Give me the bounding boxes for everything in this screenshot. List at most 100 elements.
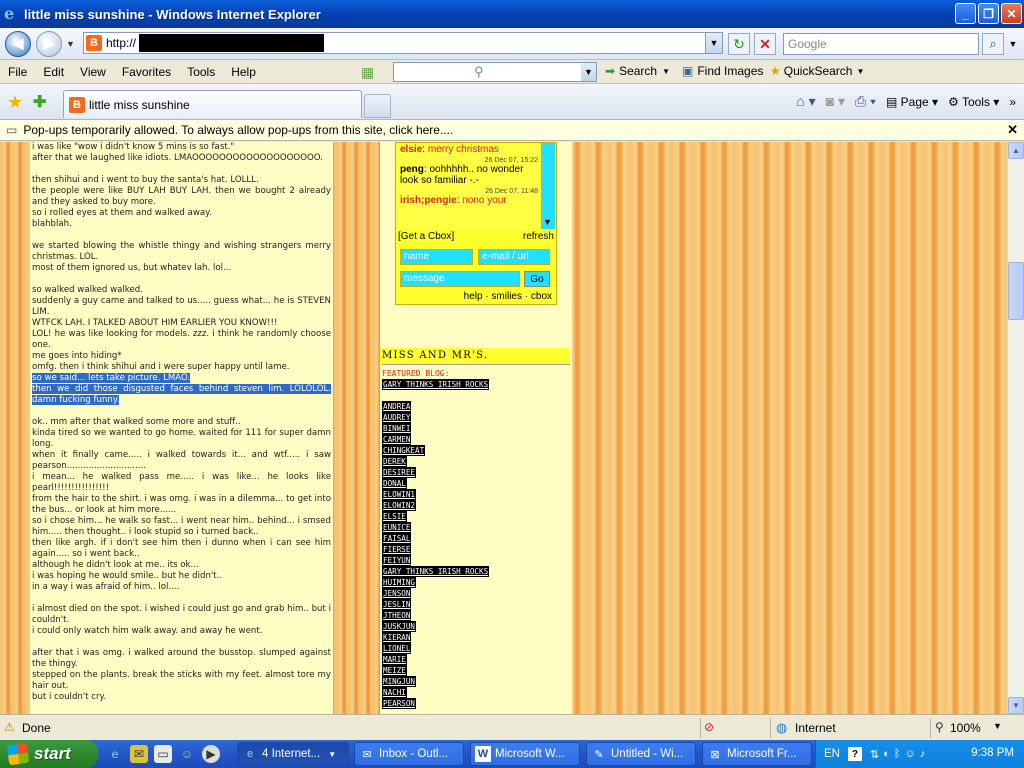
find-images-button[interactable]: ▣ Find Images — [682, 64, 763, 78]
blog-link[interactable]: BINWEI — [382, 423, 412, 434]
bluetooth-icon[interactable]: ᛒ — [894, 748, 901, 761]
blog-link[interactable]: DONAL — [382, 478, 407, 489]
tools-menu[interactable]: ⚙ Tools ▾ — [948, 95, 999, 109]
menu-edit[interactable]: Edit — [35, 65, 72, 79]
history-dropdown-icon[interactable]: ▼ — [66, 39, 75, 49]
maximize-button[interactable]: ❐ — [978, 3, 999, 24]
menu-tools[interactable]: Tools — [179, 65, 223, 79]
tab-little-miss-sunshine[interactable]: B little miss sunshine — [63, 90, 362, 118]
warning-icon[interactable]: ⚠ — [4, 720, 15, 734]
menu-file[interactable]: File — [0, 65, 35, 79]
address-bar[interactable]: B http:// ▼ — [83, 32, 723, 54]
blog-link[interactable]: GARY THINKS IRISH ROCKS — [382, 566, 490, 577]
security-zone[interactable]: Internet — [795, 721, 836, 735]
back-button[interactable]: ◀ — [5, 30, 31, 57]
featured-blog-link[interactable]: GARY THINKS IRISH ROCKS — [382, 379, 490, 390]
cbox-email-input[interactable]: e-mail / url — [478, 249, 550, 265]
menu-help[interactable]: Help — [223, 65, 264, 79]
blog-link[interactable]: FIERSE — [382, 544, 412, 555]
chevron-more-icon[interactable]: » — [1009, 95, 1016, 109]
scroll-thumb[interactable] — [1008, 262, 1024, 320]
toolbar-search-dropdown-icon[interactable]: ▼ — [581, 63, 596, 81]
zoom-level[interactable]: 100% — [950, 721, 981, 735]
cbox-message-input[interactable]: message — [400, 271, 520, 287]
zoom-dropdown-icon[interactable]: ▼ — [993, 721, 1002, 731]
toolbar-search-input[interactable]: ⚲ ▼ — [393, 62, 597, 82]
close-info-bar-icon[interactable]: ✕ — [1007, 122, 1018, 138]
blog-link[interactable]: JENSON — [382, 588, 412, 599]
volume-icon[interactable]: ♪ — [920, 748, 926, 761]
blog-link[interactable]: DESIREE — [382, 467, 417, 478]
vertical-scrollbar[interactable]: ▲ ▼ — [1007, 142, 1024, 714]
protected-mode-icon[interactable]: ⊘ — [704, 720, 714, 734]
blog-link[interactable]: JUSKJUN — [382, 621, 417, 632]
blog-link[interactable]: EUNICE — [382, 522, 412, 533]
blog-link[interactable]: FEIYUN — [382, 555, 412, 566]
task-outlook[interactable]: ✉ Inbox - Outl... — [354, 742, 464, 766]
blog-link[interactable]: AUDREY — [382, 412, 412, 423]
help-icon[interactable]: ? — [847, 747, 862, 761]
address-dropdown-icon[interactable]: ▼ — [705, 33, 722, 53]
blog-link[interactable]: ELOWIN2 — [382, 500, 417, 511]
blog-link[interactable]: NACHI — [382, 687, 407, 698]
cbox-go-button[interactable]: Go — [524, 271, 550, 287]
menu-view[interactable]: View — [72, 65, 114, 79]
blog-link[interactable]: FAISAL — [382, 533, 412, 544]
add-favorite-icon[interactable]: ✚ — [33, 92, 46, 112]
blog-link[interactable]: PEARSON — [382, 698, 417, 709]
search-input[interactable]: Google — [783, 33, 979, 55]
blog-link[interactable]: MINGJUN — [382, 676, 417, 687]
ie-launch-icon[interactable]: e — [106, 745, 124, 763]
task-paint[interactable]: ✎ Untitled - Wi... — [586, 742, 696, 766]
network-icon[interactable]: ⇅ — [870, 748, 879, 761]
blog-link[interactable]: HUIMING — [382, 577, 417, 588]
blog-link[interactable]: KIERAN — [382, 632, 412, 643]
close-button[interactable]: ✕ — [1001, 3, 1022, 24]
blog-link[interactable]: LIONEL — [382, 643, 412, 654]
stop-icon[interactable]: ✕ — [754, 33, 776, 55]
sync-icon[interactable]: ◐ — [883, 748, 890, 761]
blog-link[interactable]: MARIE — [382, 654, 407, 665]
blog-link[interactable]: JTHEON — [382, 610, 412, 621]
blog-link[interactable]: ELOWIN1 — [382, 489, 417, 500]
refresh-icon[interactable]: ↻ — [728, 33, 750, 55]
language-indicator[interactable]: EN — [824, 748, 840, 760]
page-menu[interactable]: ▤ Page ▾ — [886, 95, 938, 109]
print-icon[interactable]: ⎙ ▾ — [855, 93, 876, 110]
minimize-button[interactable]: _ — [955, 3, 976, 24]
blog-link[interactable]: CHINGKEAT — [382, 445, 426, 456]
scroll-up-icon[interactable]: ▲ — [1008, 142, 1024, 159]
blog-link[interactable]: ELSIE — [382, 511, 407, 522]
toolbar-grip-icon[interactable]: ▦ — [361, 64, 374, 81]
new-tab-button[interactable] — [364, 94, 391, 118]
task-frontpage[interactable]: ⊠ Microsoft Fr... — [702, 742, 812, 766]
start-button[interactable]: start — [0, 740, 98, 768]
cbox-scrollbar[interactable]: ▼ — [541, 143, 555, 229]
search-dropdown-icon[interactable]: ▼ — [1006, 33, 1020, 55]
search-button[interactable]: ➡ Search ▼ — [605, 64, 670, 78]
desktop-launch-icon[interactable]: ▭ — [154, 745, 172, 763]
scroll-down-icon[interactable]: ▼ — [1008, 697, 1024, 714]
feeds-icon[interactable]: ◙ ▾ — [826, 93, 845, 110]
home-icon[interactable]: ⌂ ▾ — [796, 93, 815, 110]
messenger-launch-icon[interactable]: ☺ — [178, 745, 196, 763]
blog-link[interactable]: JESLIN — [382, 599, 412, 610]
blog-link[interactable]: CARMEN — [382, 434, 412, 445]
blog-link[interactable]: DEREK — [382, 456, 407, 467]
forward-button[interactable]: ▶ — [36, 30, 62, 57]
media-launch-icon[interactable]: ▶ — [202, 745, 220, 763]
blog-link[interactable]: ANDREA — [382, 401, 412, 412]
favorites-star-icon[interactable]: ★ — [7, 92, 23, 113]
refresh-link[interactable]: refresh — [523, 231, 554, 245]
get-cbox-link[interactable]: [Get a Cbox] — [398, 231, 454, 245]
cbox-footer-links[interactable]: help · smilies · cbox — [464, 291, 552, 302]
cbox-name-input[interactable]: name — [400, 249, 473, 265]
blog-link[interactable]: MEIZE — [382, 665, 407, 676]
popup-info-bar[interactable]: ▭ Pop-ups temporarily allowed. To always… — [0, 120, 1024, 141]
search-icon[interactable]: ⌕ — [982, 33, 1004, 55]
task-internet-explorer[interactable]: e 4 Internet... ▼ — [237, 742, 349, 766]
menu-favorites[interactable]: Favorites — [114, 65, 179, 79]
messenger-icon[interactable]: ☺ — [904, 748, 915, 761]
task-word[interactable]: W Microsoft W... — [470, 742, 580, 766]
outlook-launch-icon[interactable]: ✉ — [130, 745, 148, 763]
